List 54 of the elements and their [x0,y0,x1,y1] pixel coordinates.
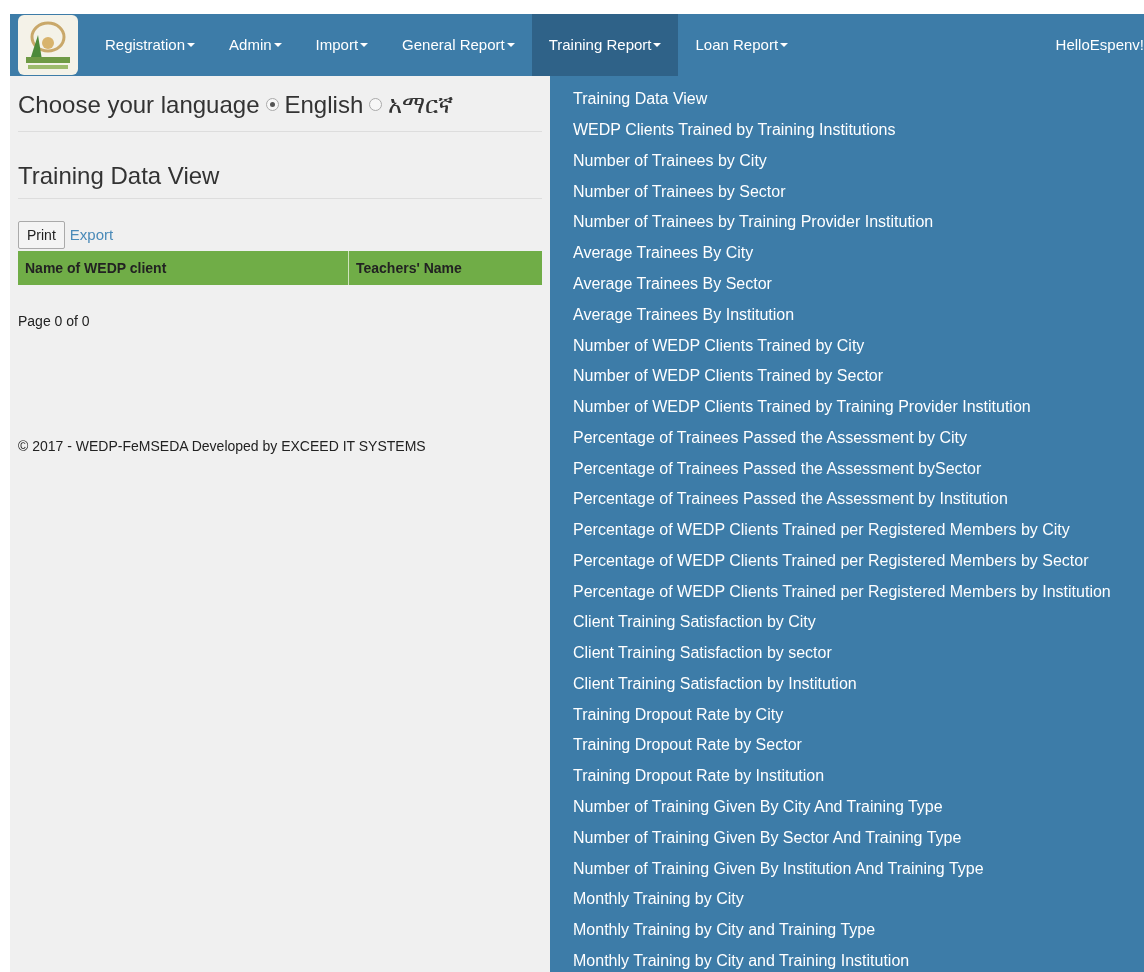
pagination-text: Page 0 of 0 [18,312,91,331]
dropdown-item[interactable]: Monthly Training by City and Training Institution [550,945,1144,972]
page-title: Training Data View [18,158,542,199]
caret-icon [653,43,662,47]
dropdown-item[interactable]: Training Dropout Rate by Institution [550,760,1144,792]
dropdown-item[interactable]: Number of Training Given By Sector And Training Type [550,822,1144,854]
dropdown-item[interactable]: Percentage of WEDP Clients Trained per Registered Members by Institution [550,576,1144,607]
nav-menu-item[interactable]: Admin [212,14,299,76]
dropdown-item[interactable]: Number of WEDP Clients Trained by Training Provider Institution [550,391,1144,423]
dropdown-item[interactable]: Percentage of Trainees Passed the Assessment by City [550,422,1144,454]
dropdown-item[interactable]: Percentage of Trainees Passed the Assessment bySector [550,453,1144,484]
nav-menu-item[interactable]: Registration [88,14,213,76]
nav-menu-item[interactable]: Training Report [531,14,679,76]
footer-text: © 2017 - WEDP-FeMSEDA Developed by EXCEED IT SYSTEMS [18,437,427,456]
dropdown-item[interactable]: Training Data View [550,84,1144,115]
dropdown-item[interactable]: Number of Trainees by Training Provider Institution [550,207,1144,238]
caret-icon [506,43,515,47]
dropdown-item[interactable]: Number of Training Given By City And Training Type [550,791,1144,823]
dropdown-item[interactable]: Number of Trainees by Sector [550,176,1144,208]
dropdown-item[interactable]: Number of WEDP Clients Trained by Sector [550,360,1144,392]
nav-menu-item[interactable]: Loan Report [678,14,806,76]
dropdown-item[interactable]: Average Trainees By City [550,237,1144,269]
dropdown-item[interactable]: Average Trainees By Sector [550,268,1144,300]
dropdown-item[interactable]: Training Dropout Rate by City [550,699,1144,731]
dropdown-item[interactable]: Percentage of WEDP Clients Trained per Registered Members by Sector [550,545,1144,577]
dropdown-item[interactable]: Percentage of Trainees Passed the Assessment by Institution [550,483,1144,515]
column-header: Teachers' Name [355,258,463,278]
dropdown-item[interactable]: Number of Trainees by City [550,145,1144,177]
caret-icon [780,43,789,47]
caret-icon [360,43,369,47]
dropdown-item[interactable]: Monthly Training by City [550,883,1144,915]
dropdown-item[interactable]: Percentage of WEDP Clients Trained per Registered Members by City [550,514,1144,546]
language-label: Choose your language [18,89,260,120]
dropdown-item[interactable]: Monthly Training by City and Training Type [550,914,1144,946]
nav-menu-item[interactable]: General Report [385,14,532,76]
dropdown-item[interactable]: Client Training Satisfaction by City [550,607,1144,638]
nav-menu-item[interactable]: Import [298,14,386,76]
print-button[interactable]: Print [18,221,65,249]
radio-button[interactable] [265,98,279,111]
dropdown-item[interactable]: Training Dropout Rate by Sector [550,730,1144,761]
dropdown-item[interactable]: Number of Training Given By Institution And Training Type [550,853,1144,884]
dropdown-item[interactable]: WEDP Clients Trained by Training Institutions [550,114,1144,146]
dropdown-item[interactable]: Client Training Satisfaction by sector [550,637,1144,669]
caret-icon [187,43,196,47]
radio-button[interactable] [369,98,383,111]
language-option[interactable]: አማርኛ [388,86,454,123]
dropdown-item[interactable]: Average Trainees By Institution [550,299,1144,331]
dropdown-item[interactable]: Client Training Satisfaction by Institution [550,668,1144,700]
language-option[interactable]: English [284,86,364,123]
caret-icon [273,43,282,47]
export-link[interactable]: Export [69,223,114,247]
dropdown-item[interactable]: Number of WEDP Clients Trained by City [550,330,1144,361]
greeting-text: HelloEspenv! [1055,34,1144,55]
column-header: Name of WEDP client [18,251,349,285]
